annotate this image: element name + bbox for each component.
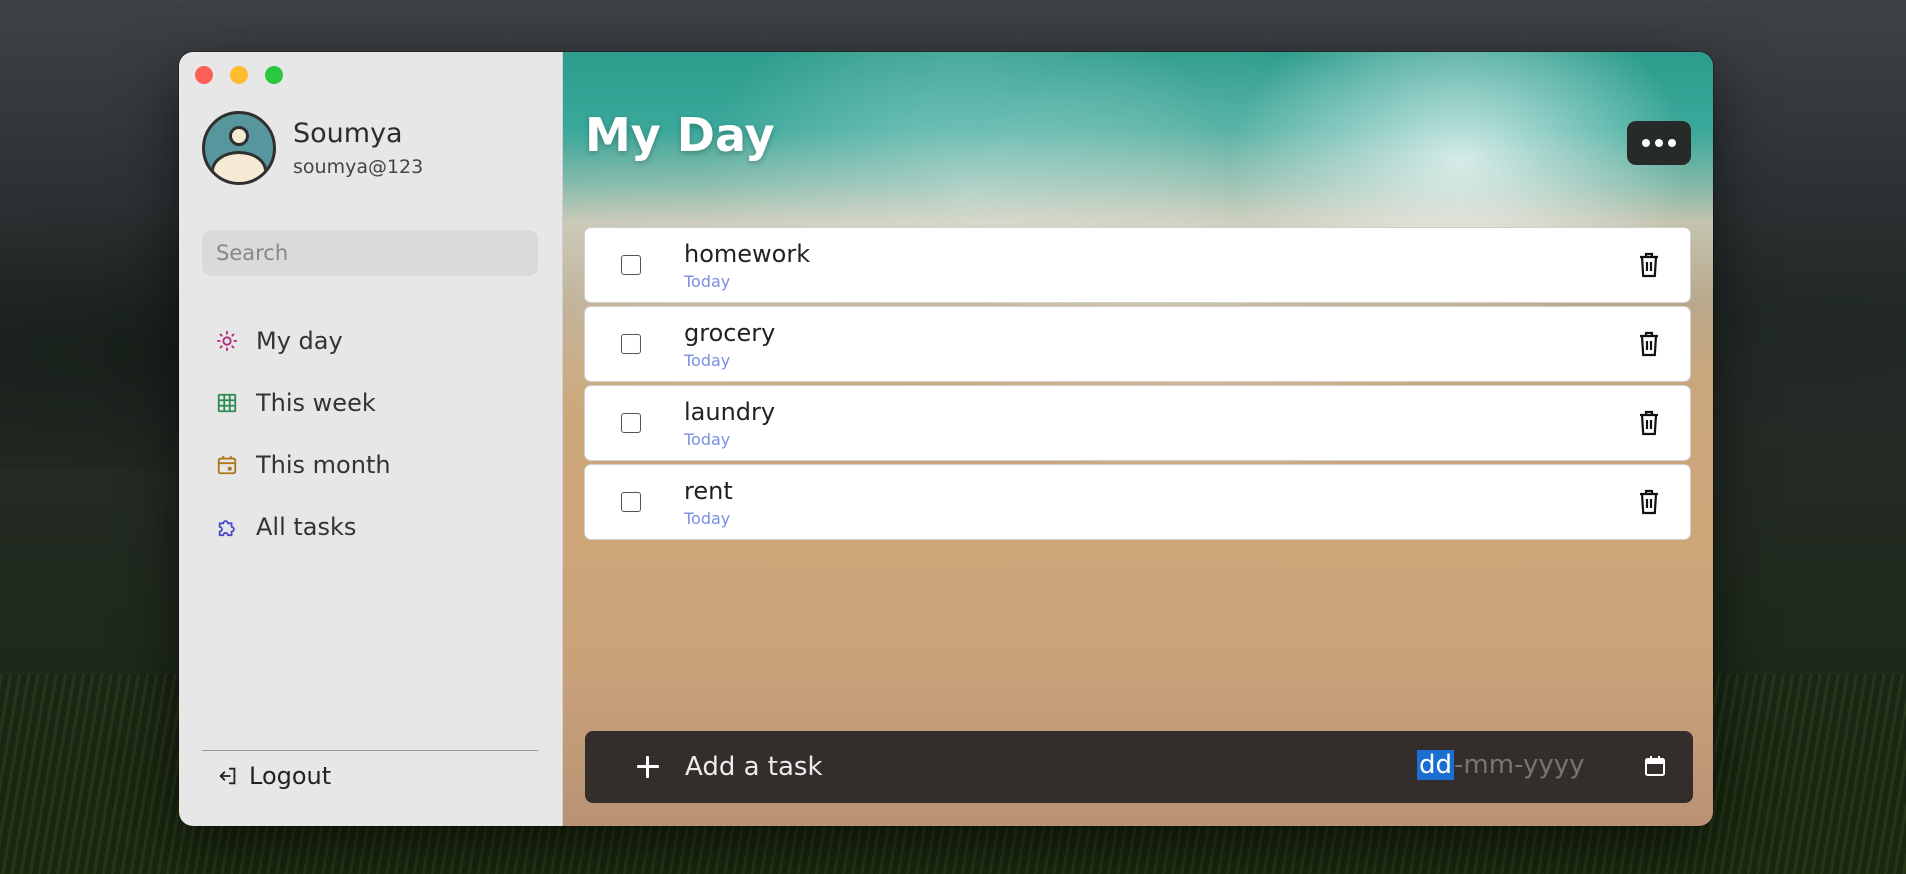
grid-table-icon: [214, 390, 240, 416]
task-item: rent Today: [585, 465, 1690, 539]
more-options-button[interactable]: [1627, 121, 1691, 165]
sidebar: Soumya soumya@123 My day: [179, 52, 563, 826]
logout-icon: [217, 765, 239, 787]
trash-icon[interactable]: [1638, 410, 1660, 436]
search-input[interactable]: [202, 230, 538, 276]
sidebar-item-label: All tasks: [256, 513, 357, 541]
task-due-date: Today: [684, 271, 731, 291]
puzzle-icon: [214, 514, 240, 540]
add-task-bar: dd -mm-yyyy: [585, 731, 1693, 803]
close-window-button[interactable]: [195, 66, 213, 84]
sidebar-item-label: This week: [256, 389, 376, 417]
add-task-input[interactable]: [685, 752, 1205, 782]
ellipsis-icon: [1642, 139, 1650, 147]
page-title: My Day: [585, 108, 775, 162]
logout-button[interactable]: Logout: [217, 762, 331, 790]
sidebar-item-my-day[interactable]: My day: [214, 310, 391, 372]
sidebar-item-this-week[interactable]: This week: [214, 372, 391, 434]
task-checkbox[interactable]: [621, 492, 641, 512]
task-title: rent: [684, 476, 733, 505]
profile-handle: soumya@123: [293, 156, 424, 178]
zoom-window-button[interactable]: [265, 66, 283, 84]
task-title: homework: [684, 239, 811, 268]
sidebar-item-all-tasks[interactable]: All tasks: [214, 496, 391, 558]
calendar-icon: [214, 452, 240, 478]
task-checkbox[interactable]: [621, 413, 641, 433]
main-panel: My Day homework Today grocery Today laun…: [563, 52, 1713, 826]
date-month-year-segment[interactable]: -mm-yyyy: [1454, 750, 1585, 780]
date-day-segment[interactable]: dd: [1417, 750, 1455, 780]
plus-icon[interactable]: [633, 752, 663, 782]
task-item: homework Today: [585, 228, 1690, 302]
trash-icon[interactable]: [1638, 252, 1660, 278]
task-checkbox[interactable]: [621, 334, 641, 354]
logout-label: Logout: [249, 762, 332, 790]
task-list: homework Today grocery Today laundry Tod…: [585, 228, 1690, 544]
calendar-icon[interactable]: [1643, 754, 1667, 778]
task-due-date: Today: [684, 429, 731, 449]
minimize-window-button[interactable]: [230, 66, 248, 84]
sidebar-divider: [202, 750, 538, 751]
sidebar-item-label: My day: [256, 327, 343, 355]
user-profile: Soumya soumya@123: [202, 111, 423, 185]
sun-icon: [214, 328, 240, 354]
task-title: grocery: [684, 318, 776, 347]
task-item: laundry Today: [585, 386, 1690, 460]
sidebar-item-this-month[interactable]: This month: [214, 434, 391, 496]
task-item: grocery Today: [585, 307, 1690, 381]
sidebar-item-label: This month: [256, 451, 391, 479]
avatar: [202, 111, 276, 185]
task-checkbox[interactable]: [621, 255, 641, 275]
profile-name: Soumya: [293, 118, 403, 149]
task-due-date: Today: [684, 350, 731, 370]
trash-icon[interactable]: [1638, 331, 1660, 357]
sidebar-nav: My day This week This month All tasks: [214, 310, 391, 558]
due-date-input[interactable]: dd -mm-yyyy: [1417, 750, 1585, 780]
window-controls: [195, 66, 283, 84]
task-due-date: Today: [684, 508, 731, 528]
app-window: Soumya soumya@123 My day: [179, 52, 1713, 826]
trash-icon[interactable]: [1638, 489, 1660, 515]
task-title: laundry: [684, 397, 776, 426]
